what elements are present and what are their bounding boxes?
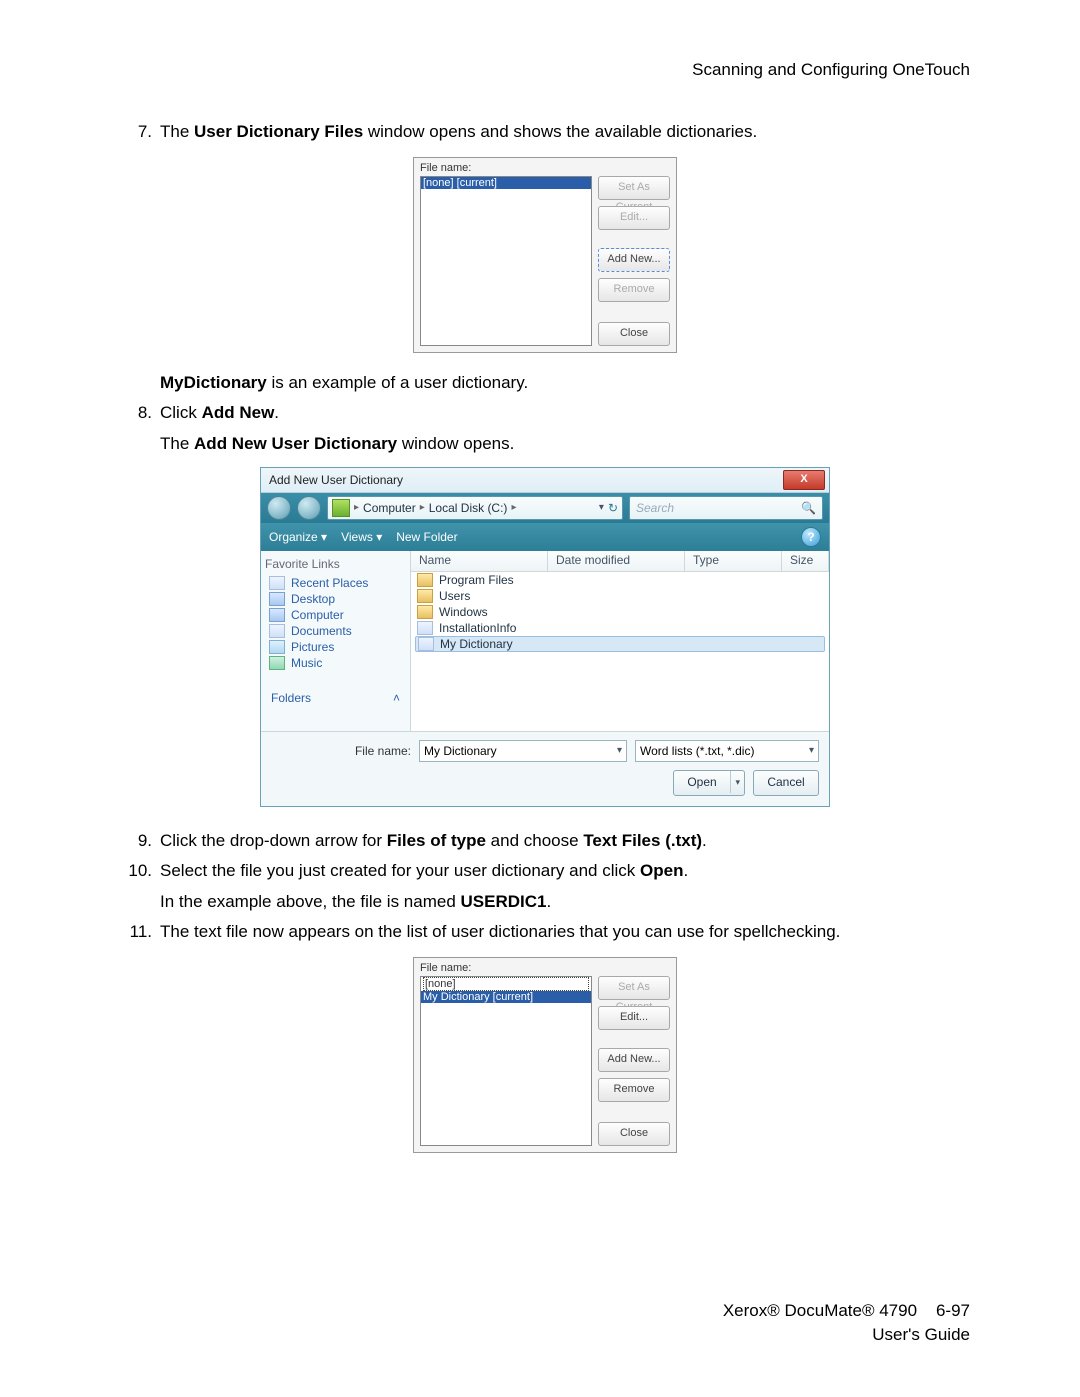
file-name-input[interactable]: My Dictionary▾ <box>419 740 627 762</box>
step-9: 9. Click the drop-down arrow for Files o… <box>120 829 970 854</box>
file-row[interactable]: Program Files <box>411 572 829 588</box>
folder-icon <box>417 589 433 603</box>
file-name-label: File name: <box>420 162 670 174</box>
step-8-sub: The Add New User Dictionary window opens… <box>160 432 970 457</box>
page-footer: Xerox® DocuMate® 4790 6-97 User's Guide <box>723 1299 970 1347</box>
column-headers[interactable]: Name Date modified Type Size <box>411 551 829 572</box>
fav-pictures[interactable]: Pictures <box>265 639 406 655</box>
edit-button[interactable]: Edit... <box>598 206 670 230</box>
add-new-button[interactable]: Add New... <box>598 1048 670 1072</box>
fav-desktop[interactable]: Desktop <box>265 591 406 607</box>
user-dictionary-dialog-2: File name: [none] My Dictionary [current… <box>413 957 677 1153</box>
file-name-label: File name: <box>271 744 411 758</box>
close-button[interactable]: Close <box>598 1122 670 1146</box>
remove-button[interactable]: Remove <box>598 1078 670 1102</box>
list-item[interactable]: My Dictionary [current] <box>421 991 591 1003</box>
file-name-label: File name: <box>420 962 670 974</box>
views-menu[interactable]: Views ▾ <box>341 530 382 544</box>
organize-menu[interactable]: Organize ▾ <box>269 530 327 544</box>
refresh-icon[interactable]: ↻ <box>608 501 618 515</box>
file-row-selected[interactable]: My Dictionary <box>415 636 825 652</box>
file-row[interactable]: Windows <box>411 604 829 620</box>
dictionary-listbox[interactable]: [none] [current] <box>420 176 592 346</box>
step-10: 10. Select the file you just created for… <box>120 859 970 884</box>
set-as-current-button[interactable]: Set As Current <box>598 976 670 1000</box>
close-icon[interactable]: X <box>783 470 825 490</box>
computer-icon <box>269 608 285 622</box>
step-10-sub: In the example above, the file is named … <box>160 890 970 915</box>
close-button[interactable]: Close <box>598 322 670 346</box>
new-folder-button[interactable]: New Folder <box>396 530 457 544</box>
remove-button[interactable]: Remove <box>598 278 670 302</box>
file-row[interactable]: InstallationInfo <box>411 620 829 636</box>
dictionary-listbox[interactable]: [none] My Dictionary [current] <box>420 976 592 1146</box>
drive-icon <box>332 499 350 517</box>
cancel-button[interactable]: Cancel <box>753 770 819 796</box>
recent-icon <box>269 576 285 590</box>
step-11: 11. The text file now appears on the lis… <box>120 920 970 945</box>
user-dictionary-dialog-1: File name: [none] [current] Set As Curre… <box>413 157 677 353</box>
mydictionary-note: MyDictionary is an example of a user dic… <box>160 371 970 396</box>
fav-recent-places[interactable]: Recent Places <box>265 575 406 591</box>
folder-icon <box>417 605 433 619</box>
file-list[interactable]: Name Date modified Type Size Program Fil… <box>411 551 829 731</box>
forward-button[interactable] <box>297 496 321 520</box>
step-7: 7. The User Dictionary Files window open… <box>120 120 970 145</box>
folders-toggle[interactable]: Folders˄ <box>265 691 406 705</box>
favorites-pane: Favorite Links Recent Places Desktop Com… <box>261 551 411 731</box>
desktop-icon <box>269 592 285 606</box>
edit-button[interactable]: Edit... <box>598 1006 670 1030</box>
file-icon <box>417 621 433 635</box>
file-icon <box>418 637 434 651</box>
documents-icon <box>269 624 285 638</box>
add-new-button[interactable]: Add New... <box>598 248 670 272</box>
fav-documents[interactable]: Documents <box>265 623 406 639</box>
search-input[interactable]: Search 🔍 <box>629 496 823 520</box>
folder-icon <box>417 573 433 587</box>
search-icon: 🔍 <box>801 501 816 515</box>
set-as-current-button[interactable]: Set As Current <box>598 176 670 200</box>
dialog-title: Add New User Dictionary <box>269 473 403 487</box>
list-item[interactable]: [none] <box>421 977 591 991</box>
breadcrumb[interactable]: ▸ Computer ▸ Local Disk (C:) ▸ ▾ ↻ <box>327 496 623 520</box>
open-button[interactable]: Open <box>673 770 745 796</box>
file-type-select[interactable]: Word lists (*.txt, *.dic)▾ <box>635 740 819 762</box>
step-8: 8. Click Add New. <box>120 401 970 426</box>
fav-computer[interactable]: Computer <box>265 607 406 623</box>
file-row[interactable]: Users <box>411 588 829 604</box>
back-button[interactable] <box>267 496 291 520</box>
help-icon[interactable]: ? <box>801 527 821 547</box>
pictures-icon <box>269 640 285 654</box>
music-icon <box>269 656 285 670</box>
add-new-user-dictionary-dialog: Add New User Dictionary X ▸ Computer ▸ L… <box>260 467 830 807</box>
list-item[interactable]: [none] [current] <box>421 177 591 189</box>
page-header: Scanning and Configuring OneTouch <box>120 60 970 80</box>
fav-music[interactable]: Music <box>265 655 406 671</box>
